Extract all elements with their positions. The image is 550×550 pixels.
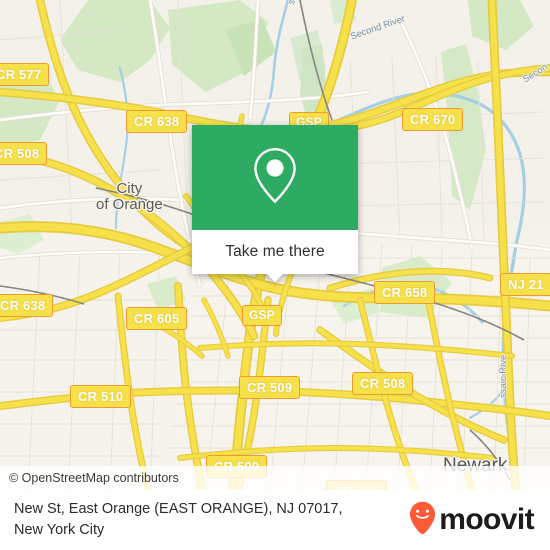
- address-block: New St, East Orange (EAST ORANGE), NJ 07…: [14, 499, 343, 541]
- callout-action-bar[interactable]: Take me there: [192, 230, 358, 282]
- address-line-2: New York City: [14, 522, 105, 538]
- map-attribution: © OpenStreetMap contributors: [0, 466, 550, 490]
- shield-cr-508-south: CR 508: [352, 372, 414, 395]
- shield-cr-509-mid: CR 509: [239, 376, 301, 399]
- shield-cr-510: CR 510: [70, 385, 132, 408]
- take-me-there-label: Take me there: [225, 243, 325, 260]
- shield-cr-638-south: CR 638: [0, 294, 54, 317]
- address-line-1: New St, East Orange (EAST ORANGE), NJ 07…: [14, 500, 343, 517]
- shield-cr-670: CR 670: [402, 108, 464, 131]
- shield-cr-605: CR 605: [126, 307, 188, 330]
- take-me-there-callout[interactable]: Take me there: [192, 125, 358, 282]
- moovit-wordmark: moovit: [439, 503, 534, 536]
- attribution-text: © OpenStreetMap contributors: [9, 471, 179, 485]
- shield-cr-577: CR 577: [0, 63, 50, 86]
- moovit-brand[interactable]: moovit: [409, 501, 535, 540]
- moovit-map-screenshot: .hwy-c { stroke:#e6cb41; fill:none; stro…: [0, 0, 550, 550]
- moovit-smiley-pin-icon: [409, 501, 436, 540]
- callout-tail: [267, 274, 283, 282]
- map-pin-icon: [252, 146, 298, 209]
- shield-cr-658: CR 658: [374, 281, 436, 304]
- shield-gsp-south: GSP: [242, 305, 282, 326]
- callout-header: [192, 125, 358, 230]
- shield-cr-638-north: CR 638: [126, 110, 188, 133]
- footer-bar: New St, East Orange (EAST ORANGE), NJ 07…: [0, 490, 550, 550]
- shield-nj-21: NJ 21: [500, 273, 550, 296]
- shield-cr-508-north: CR 508: [0, 142, 48, 165]
